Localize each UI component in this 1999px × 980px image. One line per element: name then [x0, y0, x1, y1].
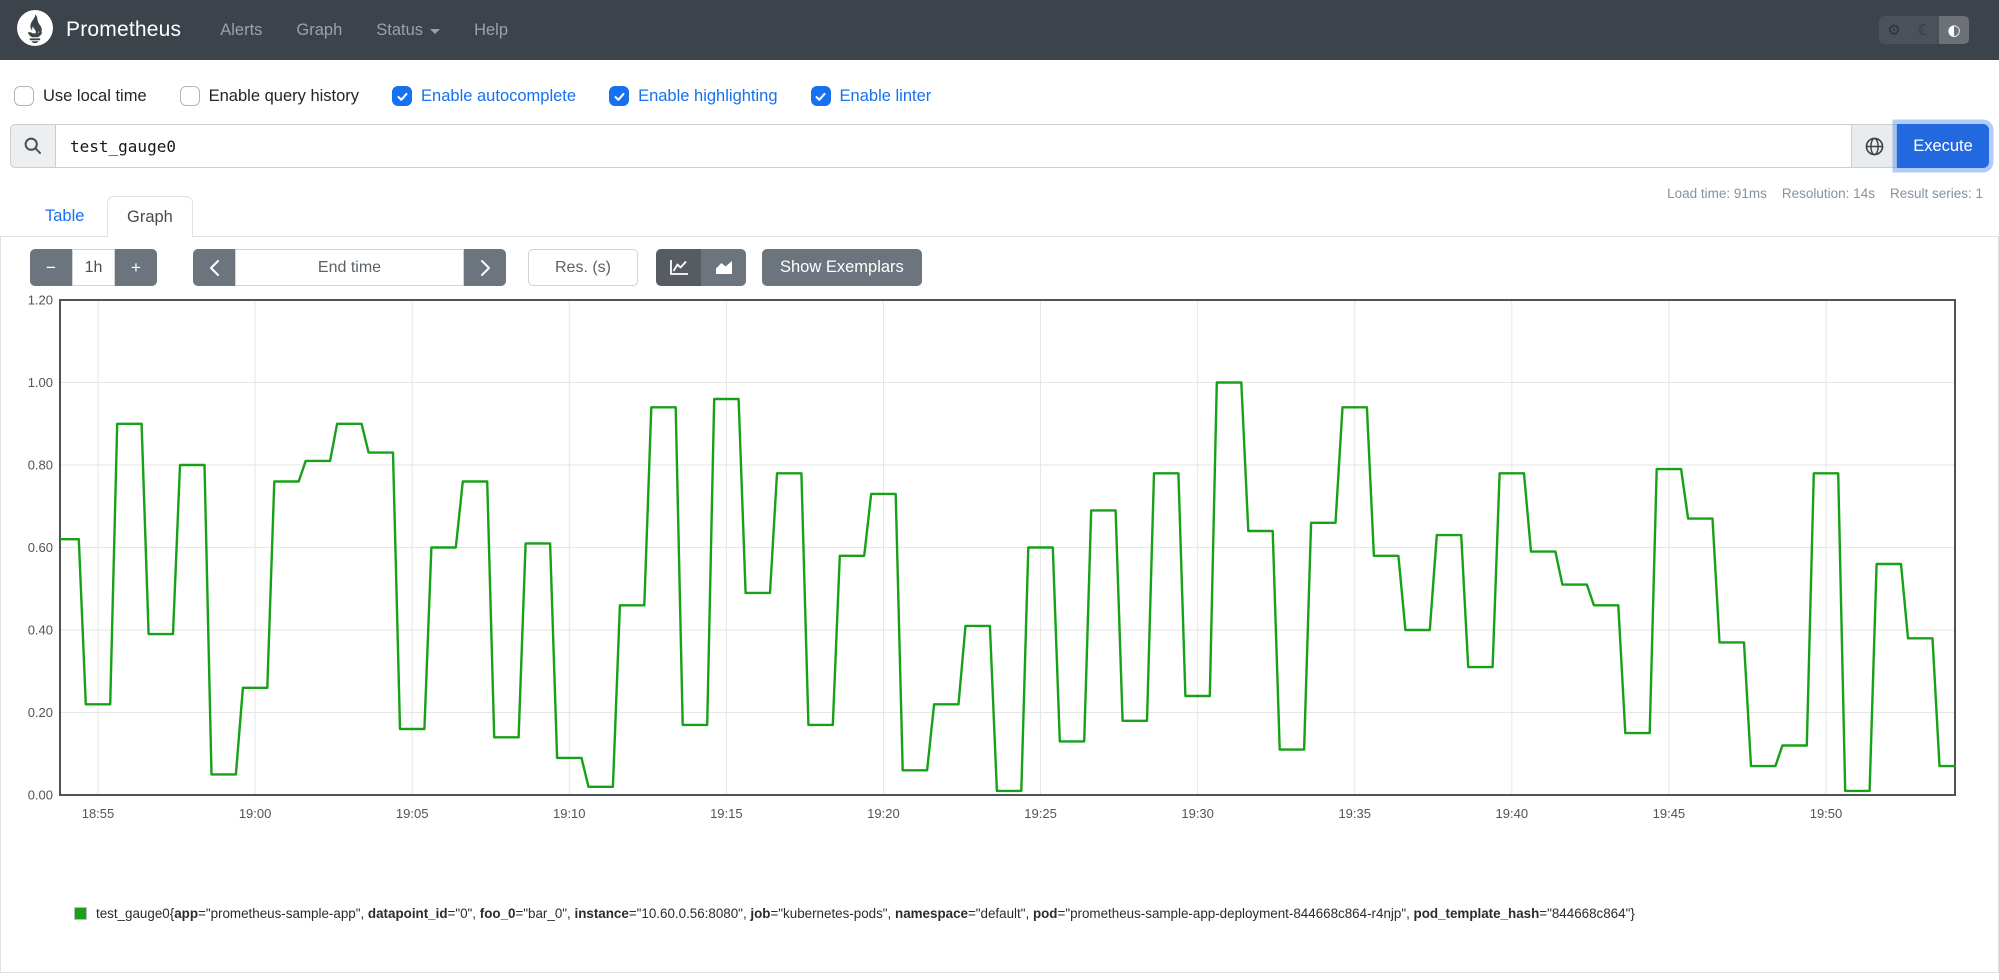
y-tick-label: 0.00: [28, 788, 53, 803]
tab-table[interactable]: Table: [26, 196, 103, 237]
brand-title: Prometheus: [66, 18, 182, 41]
stacked-chart-icon[interactable]: [701, 249, 746, 286]
moon-icon[interactable]: ☾: [1909, 16, 1939, 44]
option-enable-linter[interactable]: Enable linter: [810, 86, 932, 106]
option-label: Use local time: [43, 86, 147, 105]
end-time-input[interactable]: [235, 249, 464, 286]
option-enable-highlighting[interactable]: Enable highlighting: [609, 86, 778, 106]
series-label: test_gauge0{app="prometheus-sample-app",…: [96, 906, 1635, 921]
x-tick-label: 18:55: [82, 806, 115, 821]
x-tick-label: 19:35: [1338, 806, 1371, 821]
nav-item-graph[interactable]: Graph: [283, 13, 355, 48]
resolution-input[interactable]: [528, 249, 638, 286]
option-label: Enable linter: [839, 86, 932, 105]
y-tick-label: 1.00: [28, 375, 53, 390]
range-decrease-button[interactable]: −: [30, 249, 72, 286]
y-tick-label: 0.60: [28, 540, 53, 555]
option-label: Enable highlighting: [638, 86, 778, 105]
checkbox-unchecked-icon[interactable]: [179, 86, 200, 106]
end-time-group: [193, 249, 506, 286]
x-tick-label: 19:45: [1653, 806, 1686, 821]
y-tick-label: 0.40: [28, 623, 53, 638]
line-chart-icon[interactable]: [656, 249, 701, 286]
series-line: [60, 381, 1956, 793]
x-tick-label: 19:25: [1024, 806, 1057, 821]
y-tick-label: 0.20: [28, 705, 53, 720]
chart-legend[interactable]: test_gauge0{app="prometheus-sample-app",…: [74, 906, 1635, 921]
tabs: Table Graph: [0, 196, 1999, 237]
chevron-right-icon[interactable]: [464, 249, 506, 286]
theme-toggle-group: ⚙ ☾ ◐: [1879, 16, 1969, 44]
nav-links: Alerts Graph Status Help: [207, 13, 521, 48]
search-icon: [10, 124, 55, 168]
contrast-icon[interactable]: ◐: [1939, 16, 1969, 44]
chart-svg: 0.00 0.20 0.40 0.60 0.80 1.00 1.20 18:55 19:00 19…: [28, 293, 1956, 821]
prometheus-logo-icon: [16, 9, 54, 52]
globe-icon[interactable]: [1852, 124, 1897, 168]
show-exemplars-button[interactable]: Show Exemplars: [762, 249, 922, 286]
option-label: Enable query history: [208, 86, 360, 105]
gauge-chart[interactable]: 0.00 0.20 0.40 0.60 0.80 1.00 1.20 18:55 19:00 19…: [0, 290, 1999, 860]
nav-item-help[interactable]: Help: [461, 13, 521, 48]
options-row: Use local time Enable query history Enable…: [14, 86, 931, 106]
query-bar: Execute: [10, 124, 1989, 168]
y-tick-label: 1.20: [28, 293, 53, 308]
range-input[interactable]: [72, 249, 115, 286]
x-tick-label: 19:50: [1810, 806, 1843, 821]
x-tick-label: 19:10: [553, 806, 586, 821]
y-tick-label: 0.80: [28, 458, 53, 473]
x-tick-label: 19:00: [239, 806, 272, 821]
graph-controls: − + Show Exemplars: [30, 249, 922, 286]
gear-icon[interactable]: ⚙: [1879, 16, 1909, 44]
series-color-swatch: [74, 907, 87, 920]
nav-item-alerts[interactable]: Alerts: [207, 13, 275, 48]
chevron-down-icon: [430, 29, 441, 34]
x-tick-label: 19:20: [867, 806, 900, 821]
chart-type-toggle: [656, 249, 746, 286]
chevron-left-icon[interactable]: [193, 249, 235, 286]
range-increase-button[interactable]: +: [115, 249, 157, 286]
execute-button[interactable]: Execute: [1897, 124, 1989, 168]
brand[interactable]: Prometheus: [16, 9, 181, 52]
option-use-local-time[interactable]: Use local time: [14, 86, 147, 106]
option-label: Enable autocomplete: [421, 86, 577, 105]
prometheus-app: Prometheus Alerts Graph Status Help ⚙ ☾ …: [0, 0, 1999, 980]
nav-item-status[interactable]: Status: [363, 13, 453, 48]
checkbox-unchecked-icon[interactable]: [14, 86, 34, 106]
checkbox-checked-icon[interactable]: [810, 86, 831, 106]
x-tick-label: 19:40: [1496, 806, 1529, 821]
tab-graph[interactable]: Graph: [107, 196, 193, 237]
checkbox-checked-icon[interactable]: [609, 86, 630, 106]
x-tick-label: 19:05: [396, 806, 429, 821]
range-group: − +: [30, 249, 157, 286]
x-tick-label: 19:15: [710, 806, 743, 821]
query-input[interactable]: [55, 124, 1852, 168]
option-enable-query-history[interactable]: Enable query history: [179, 86, 360, 106]
option-enable-autocomplete[interactable]: Enable autocomplete: [392, 86, 576, 106]
checkbox-checked-icon[interactable]: [392, 86, 413, 106]
navbar: Prometheus Alerts Graph Status Help ⚙ ☾ …: [0, 0, 1999, 60]
x-tick-label: 19:30: [1181, 806, 1214, 821]
